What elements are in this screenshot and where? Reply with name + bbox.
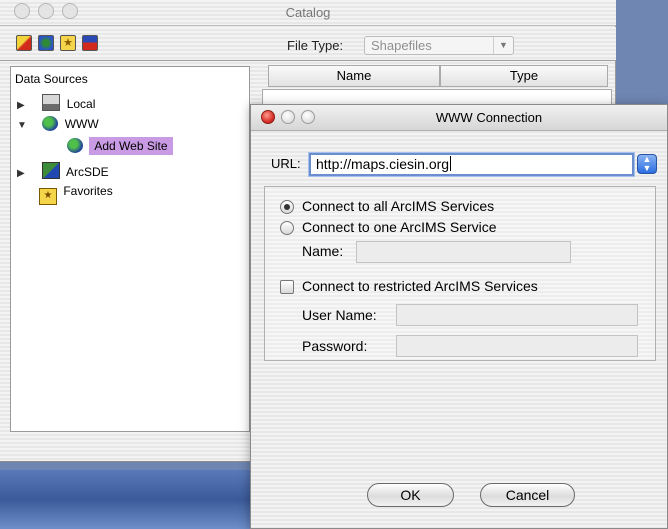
disclosure-collapsed-icon[interactable]: ▶ — [17, 168, 29, 179]
catalog-toolbar: ★ File Type: Shapefiles ▼ — [0, 27, 616, 61]
tree-item-label-selected: Add Web Site — [89, 137, 173, 155]
name-label: Name: — [302, 243, 344, 259]
ok-button[interactable]: OK — [367, 483, 454, 507]
favorite-icon[interactable]: ★ — [60, 35, 76, 51]
computer-icon — [42, 94, 61, 111]
tree-item-arcsde[interactable]: ▶ ArcSDE — [17, 162, 109, 182]
dialog-titlebar[interactable]: WWW Connection — [251, 105, 667, 131]
restricted-checkbox-label[interactable]: Connect to restricted ArcIMS Services — [302, 278, 538, 294]
password-label: Password: — [302, 338, 368, 354]
column-header-type[interactable]: Type — [440, 65, 608, 87]
radio-connect-one[interactable] — [280, 221, 294, 235]
file-type-label: File Type: — [287, 38, 344, 53]
catalog-titlebar[interactable]: Catalog — [0, 0, 616, 26]
disclosure-expanded-icon[interactable]: ▼ — [17, 120, 29, 131]
export-icon[interactable] — [82, 35, 98, 51]
tree-item-local[interactable]: ▶ Local — [17, 94, 95, 114]
username-label: User Name: — [302, 307, 377, 323]
up-down-arrows-icon: ▲ ▼ — [642, 154, 652, 173]
catalog-status-bar — [10, 436, 260, 458]
url-value: http://maps.ciesin.org — [316, 156, 450, 172]
dialog-title: WWW Connection — [435, 110, 543, 125]
catalog-title: Catalog — [285, 5, 331, 20]
url-input[interactable]: http://maps.ciesin.org — [309, 153, 634, 176]
connect-icon[interactable] — [16, 35, 32, 51]
restricted-checkbox[interactable] — [280, 280, 294, 294]
globe-icon — [67, 138, 83, 153]
chevron-down-icon: ▼ — [493, 37, 513, 54]
tree-item-label: Local — [66, 97, 96, 111]
radio-connect-one-label[interactable]: Connect to one ArcIMS Service — [302, 219, 497, 235]
cancel-button[interactable]: Cancel — [480, 483, 575, 507]
database-icon — [42, 162, 61, 179]
data-sources-tree: Data Sources ▶ Local ▼ WWW Add Web Site … — [10, 66, 250, 432]
tree-item-label: Favorites — [63, 184, 113, 198]
radio-connect-all-label[interactable]: Connect to all ArcIMS Services — [302, 198, 494, 214]
password-field[interactable] — [396, 335, 638, 357]
url-dropdown-button[interactable]: ▲ ▼ — [637, 154, 657, 174]
www-connection-dialog: WWW Connection URL: http://maps.ciesin.o… — [250, 104, 668, 529]
disclosure-collapsed-icon[interactable]: ▶ — [17, 100, 29, 111]
tree-header: Data Sources — [15, 72, 88, 86]
radio-connect-all[interactable] — [280, 200, 294, 214]
tree-item-label: WWW — [64, 117, 99, 131]
text-cursor — [450, 156, 452, 171]
refresh-icon[interactable] — [38, 35, 54, 51]
url-label: URL: — [271, 156, 301, 171]
username-field[interactable] — [396, 304, 638, 326]
tree-item-label: ArcSDE — [66, 165, 109, 179]
file-type-value: Shapefiles — [371, 38, 432, 53]
star-folder-icon: ★ — [39, 188, 57, 205]
tree-item-favorites[interactable]: ★ Favorites — [39, 184, 113, 205]
name-field[interactable] — [356, 241, 571, 263]
tree-item-add-web-site[interactable]: Add Web Site — [67, 137, 173, 158]
file-type-select[interactable]: Shapefiles ▼ — [364, 36, 514, 55]
tree-item-www[interactable]: ▼ WWW — [17, 116, 99, 136]
globe-icon — [42, 116, 59, 131]
connection-options-group: Connect to all ArcIMS Services Connect t… — [264, 186, 656, 361]
column-header-name[interactable]: Name — [268, 65, 440, 87]
